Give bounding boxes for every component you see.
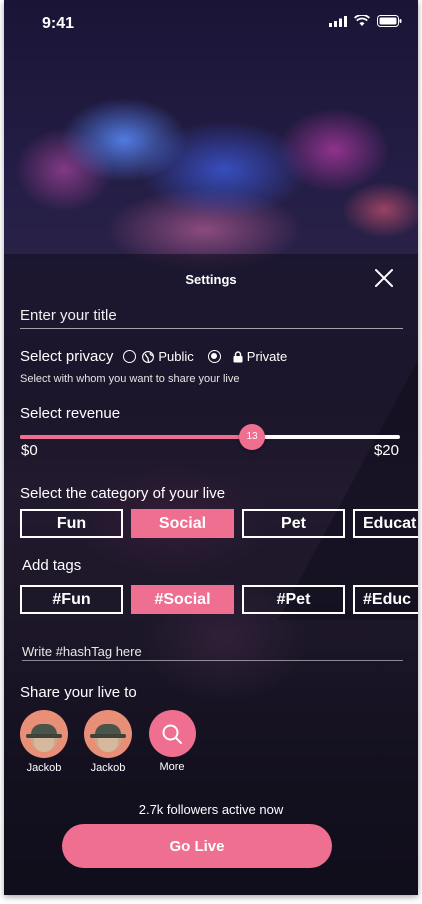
wifi-icon — [354, 15, 370, 26]
battery-icon — [377, 15, 402, 27]
share-contacts: Jackob Jackob More — [20, 710, 196, 774]
tag-chip-social[interactable]: #Social — [131, 585, 234, 614]
contact-name: Jackob — [26, 762, 62, 774]
privacy-option-public[interactable]: Public — [123, 349, 194, 364]
signal-icon — [329, 15, 347, 27]
share-label: Share your live to — [20, 684, 137, 701]
status-bar: 9:41 — [4, 0, 418, 46]
tag-chip-fun[interactable]: #Fun — [20, 585, 123, 614]
revenue-slider[interactable]: 13 — [20, 424, 400, 450]
private-label: Private — [246, 349, 288, 364]
category-chip-social[interactable]: Social — [131, 509, 234, 538]
more-contacts[interactable]: More — [148, 710, 196, 774]
revenue-label: Select revenue — [20, 405, 121, 422]
contact-item[interactable]: Jackob — [84, 710, 132, 774]
settings-sheet: Settings Enter your title Select privacy… — [4, 254, 418, 895]
sheet-title: Settings — [185, 272, 237, 287]
category-chip-fun[interactable]: Fun — [20, 509, 123, 538]
privacy-row: Select privacy Public Private — [20, 348, 287, 365]
status-icons — [329, 15, 402, 27]
search-icon — [162, 724, 182, 744]
privacy-label: Select privacy — [20, 348, 114, 365]
category-chips: Fun Social Pet Educat — [20, 509, 418, 538]
close-icon[interactable] — [374, 268, 394, 288]
public-label: Public — [158, 349, 194, 364]
hashtag-input[interactable]: Write #hashTag here — [22, 643, 403, 661]
category-chip-pet[interactable]: Pet — [242, 509, 345, 538]
avatar[interactable] — [84, 710, 132, 758]
followers-active-text: 2.7k followers active now — [138, 802, 284, 817]
phone-screen: 9:41 Settings Enter your title Select pr… — [4, 0, 418, 895]
contact-item[interactable]: Jackob — [20, 710, 68, 774]
revenue-min-label: $0 — [21, 442, 38, 459]
privacy-option-private[interactable]: Private — [207, 349, 288, 364]
lock-icon — [233, 350, 243, 362]
globe-icon — [142, 350, 155, 363]
tag-chip-pet[interactable]: #Pet — [242, 585, 345, 614]
more-label: More — [159, 761, 185, 773]
public-radio[interactable] — [123, 350, 137, 363]
status-time: 9:41 — [42, 15, 75, 32]
tags-label: Add tags — [22, 557, 82, 574]
tag-chips: #Fun #Social #Pet #Educ — [20, 585, 418, 614]
category-label: Select the category of your live — [20, 485, 226, 502]
title-input[interactable]: Enter your title — [20, 307, 403, 329]
private-radio[interactable] — [207, 350, 221, 363]
privacy-hint: Select with whom you want to share your … — [20, 373, 240, 385]
contact-name: Jackob — [90, 762, 126, 774]
slider-thumb[interactable]: 13 — [239, 424, 265, 450]
slider-fill — [20, 435, 252, 439]
avatar[interactable] — [20, 710, 68, 758]
category-chip-education[interactable]: Educat — [353, 509, 418, 538]
title-input-placeholder: Enter your title — [20, 307, 117, 324]
more-button[interactable] — [148, 710, 196, 757]
hashtag-input-placeholder: Write #hashTag here — [22, 644, 142, 659]
revenue-max-label: $20 — [373, 442, 399, 459]
go-live-button[interactable]: Go Live — [62, 824, 332, 868]
tag-chip-education[interactable]: #Educ — [353, 585, 418, 614]
